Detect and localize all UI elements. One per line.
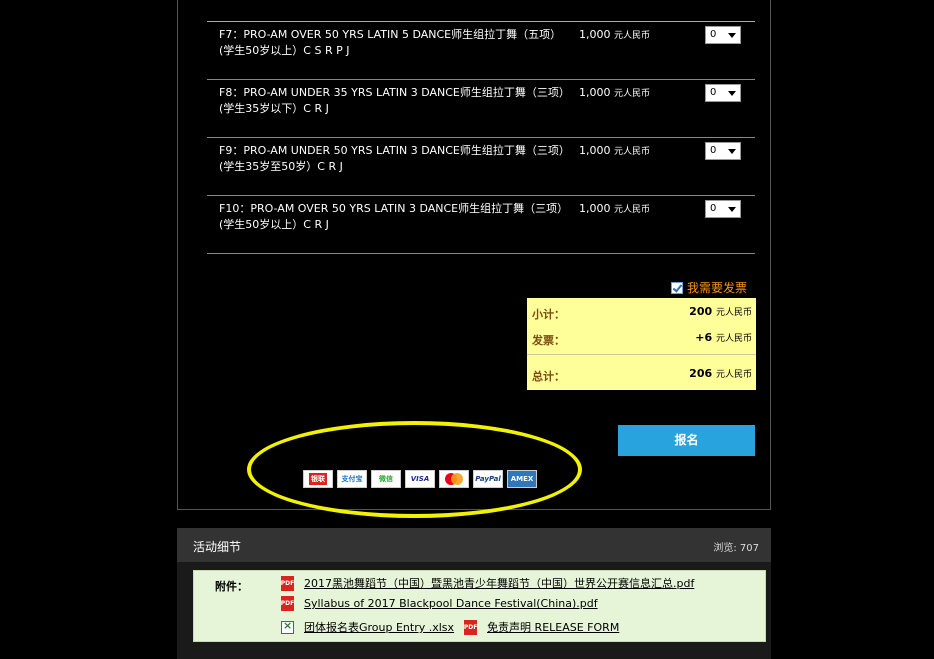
pdf-icon: PDF bbox=[281, 575, 294, 591]
item-name: F10：PRO-AM OVER 50 YRS LATIN 3 DANCE师生组拉… bbox=[219, 202, 569, 231]
subtotal-row: 小计： 200 元人民币 bbox=[532, 305, 752, 321]
total-row: 总计： 206 元人民币 bbox=[532, 367, 752, 383]
pdf-icon: PDF bbox=[281, 596, 294, 611]
list-item: F9：PRO-AM UNDER 50 YRS LATIN 3 DANCE师生组拉… bbox=[207, 138, 755, 196]
pdf-icon: PDF bbox=[464, 619, 477, 635]
chevron-down-icon bbox=[728, 207, 736, 212]
list-item: F8：PRO-AM UNDER 35 YRS LATIN 3 DANCE师生组拉… bbox=[207, 80, 755, 138]
register-button[interactable]: 报名 bbox=[618, 425, 755, 456]
chevron-down-icon bbox=[728, 91, 736, 96]
attachment-link[interactable]: Syllabus of 2017 Blackpool Dance Festiva… bbox=[304, 597, 598, 610]
item-price: 1,000 元人民币 bbox=[579, 144, 651, 157]
item-name: F9：PRO-AM UNDER 50 YRS LATIN 3 DANCE师生组拉… bbox=[219, 144, 565, 173]
item-name: F7：PRO-AM OVER 50 YRS LATIN 5 DANCE师生组拉丁… bbox=[219, 28, 562, 57]
attachment-link[interactable]: 团体报名表Group Entry .xlsx bbox=[304, 619, 454, 635]
attachment-item: 团体报名表Group Entry .xlsx PDF 免责声明 RELEASE … bbox=[281, 619, 619, 635]
attachment-item: PDF 2017黑池舞蹈节（中国）暨黑池青少年舞蹈节（中国）世界公开赛信息汇总.… bbox=[281, 575, 694, 591]
list-item: F10：PRO-AM OVER 50 YRS LATIN 3 DANCE师生组拉… bbox=[207, 196, 755, 254]
details-header: 活动细节 浏览: 707 bbox=[177, 528, 771, 562]
item-price: 1,000 元人民币 bbox=[579, 86, 651, 99]
excel-icon bbox=[281, 619, 294, 634]
list-item: F7：PRO-AM OVER 50 YRS LATIN 5 DANCE师生组拉丁… bbox=[207, 22, 755, 80]
attachment-link[interactable]: 免责声明 RELEASE FORM bbox=[487, 619, 619, 635]
quantity-select[interactable]: 0 bbox=[705, 26, 741, 44]
item-name: F8：PRO-AM UNDER 35 YRS LATIN 3 DANCE师生组拉… bbox=[219, 86, 565, 115]
details-title: 活动细节 bbox=[193, 540, 242, 554]
invoice-fee-row: 发票： +6 元人民币 bbox=[532, 331, 752, 347]
chevron-down-icon bbox=[728, 33, 736, 38]
invoice-checkbox-row[interactable]: 我需要发票 bbox=[671, 279, 747, 296]
order-summary: 小计： 200 元人民币 发票： +6 元人民币 总计： 206 元人民币 bbox=[527, 298, 756, 390]
item-price: 1,000 元人民币 bbox=[579, 28, 651, 41]
view-count: 浏览: 707 bbox=[713, 543, 759, 554]
divider bbox=[527, 354, 756, 355]
event-details-panel: 活动细节 浏览: 707 附件： PDF 2017黑池舞蹈节（中国）暨黑池青少年… bbox=[177, 528, 771, 659]
chevron-down-icon bbox=[728, 149, 736, 154]
attachment-item: PDF Syllabus of 2017 Blackpool Dance Fes… bbox=[281, 596, 598, 611]
checkbox[interactable] bbox=[671, 281, 683, 294]
item-price: 1,000 元人民币 bbox=[579, 202, 651, 215]
quantity-select[interactable]: 0 bbox=[705, 142, 741, 160]
attachments-label: 附件： bbox=[215, 580, 248, 593]
attachment-link[interactable]: 2017黑池舞蹈节（中国）暨黑池青少年舞蹈节（中国）世界公开赛信息汇总.pdf bbox=[304, 575, 694, 591]
quantity-select[interactable]: 0 bbox=[705, 84, 741, 102]
attachments-box: 附件： PDF 2017黑池舞蹈节（中国）暨黑池青少年舞蹈节（中国）世界公开赛信… bbox=[193, 570, 766, 642]
highlight-ellipse bbox=[247, 421, 582, 518]
invoice-label: 我需要发票 bbox=[687, 281, 748, 295]
quantity-select[interactable]: 0 bbox=[705, 200, 741, 218]
